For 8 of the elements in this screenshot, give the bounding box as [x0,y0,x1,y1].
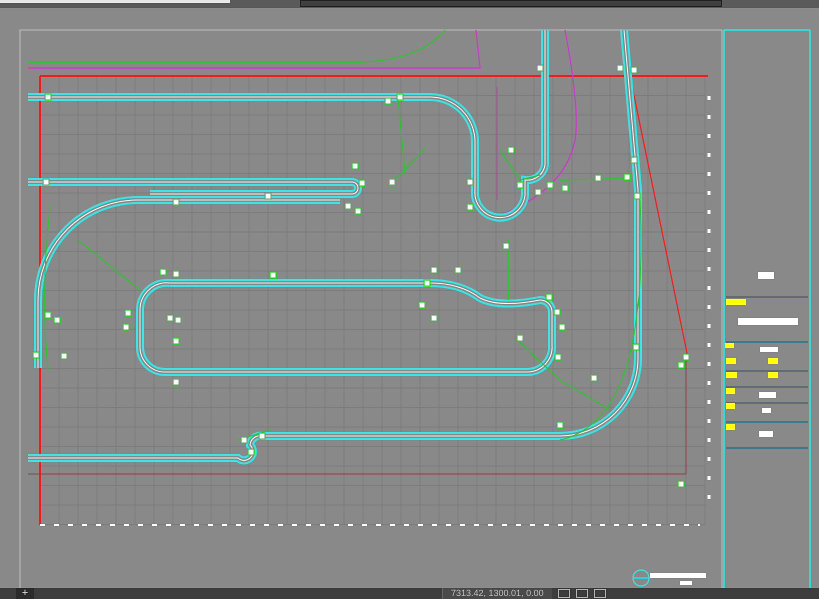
leader-line [78,240,140,290]
add-layout-button[interactable]: + [16,588,34,599]
ortho-icon[interactable] [594,589,606,598]
grid-icon[interactable] [558,589,570,598]
leader-line [238,430,270,440]
snap-icon[interactable] [576,589,588,598]
coordinates-readout: 7313.42, 1300.01, 0.00 [442,588,552,599]
leader-line [500,150,540,181]
